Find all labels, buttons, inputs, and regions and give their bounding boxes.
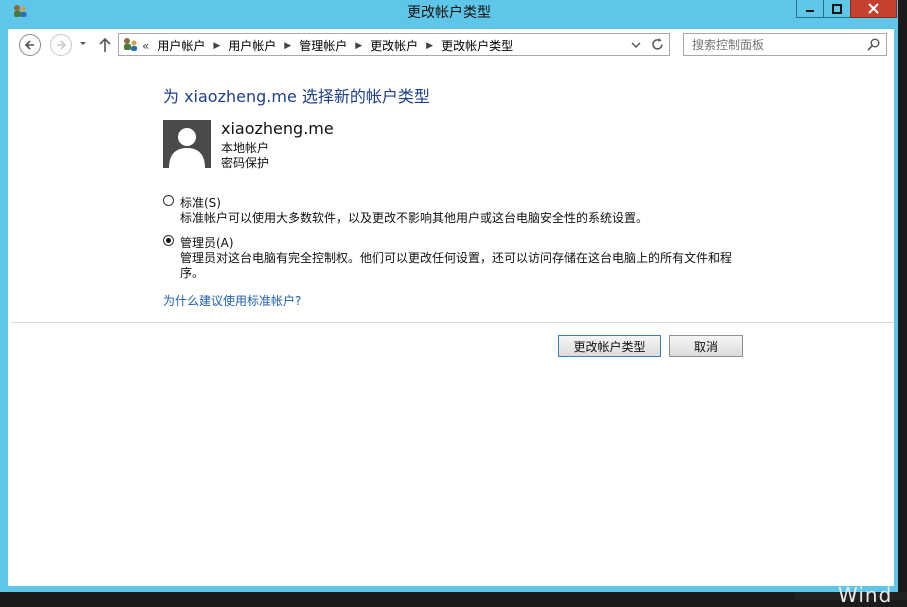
- avatar: [163, 120, 211, 168]
- cancel-button[interactable]: 取消: [669, 335, 743, 357]
- search-box[interactable]: [683, 33, 887, 56]
- why-standard-link[interactable]: 为什么建议使用标准帐户?: [163, 292, 301, 309]
- minimize-button[interactable]: [796, 0, 824, 18]
- administrator-description: 管理员对这台电脑有完全控制权。他们可以更改任何设置，还可以访问存储在这台电脑上的…: [180, 251, 733, 280]
- breadcrumb-item[interactable]: 更改帐户类型: [441, 37, 513, 54]
- watermark-text: Wind: [838, 583, 893, 607]
- control-panel-icon: [124, 38, 137, 51]
- address-bar[interactable]: « 用户帐户 ▶ 用户帐户 ▶ 管理帐户 ▶ 更改帐户 ▶ 更改帐户类型: [118, 33, 670, 56]
- close-button[interactable]: [850, 0, 897, 18]
- search-icon[interactable]: [867, 38, 880, 51]
- minimize-icon: [806, 9, 814, 12]
- breadcrumb-overflow[interactable]: «: [142, 39, 149, 53]
- forward-button[interactable]: [50, 34, 72, 56]
- window-title: 更改帐户类型: [407, 5, 491, 21]
- maximize-button[interactable]: [823, 0, 851, 18]
- title-bar[interactable]: 更改帐户类型: [0, 0, 898, 22]
- divider: [11, 322, 894, 323]
- recent-pages-chevron-icon[interactable]: [78, 38, 88, 48]
- breadcrumb-separator-icon[interactable]: ▶: [213, 41, 220, 51]
- standard-description: 标准帐户可以使用大多数软件，以及更改不影响其他用户或这台电脑安全性的系统设置。: [180, 211, 649, 225]
- chevron-down-icon[interactable]: [631, 40, 641, 50]
- search-input[interactable]: [684, 34, 862, 55]
- maximize-icon: [832, 3, 842, 14]
- refresh-icon[interactable]: [650, 37, 665, 52]
- window-client: « 用户帐户 ▶ 用户帐户 ▶ 管理帐户 ▶ 更改帐户 ▶ 更改帐户类型 搜索控…: [8, 29, 894, 586]
- administrator-radio[interactable]: [163, 235, 174, 246]
- breadcrumb-separator-icon[interactable]: ▶: [426, 41, 433, 51]
- breadcrumb-item[interactable]: 用户帐户: [228, 37, 276, 54]
- breadcrumb-item[interactable]: 用户帐户: [157, 37, 205, 54]
- standard-radio[interactable]: [163, 195, 174, 206]
- user-silhouette-icon: [169, 128, 205, 168]
- breadcrumb-separator-icon[interactable]: ▶: [284, 41, 291, 51]
- close-icon: [868, 3, 879, 14]
- main-content: 为 xiaozheng.me 选择新的帐户类型 xiaozheng.me 本地帐…: [8, 63, 894, 586]
- arrow-right-icon: [57, 40, 67, 50]
- breadcrumb-item[interactable]: 管理帐户: [299, 37, 347, 54]
- navigation-toolbar: « 用户帐户 ▶ 用户帐户 ▶ 管理帐户 ▶ 更改帐户 ▶ 更改帐户类型: [8, 29, 894, 63]
- breadcrumb-separator-icon[interactable]: ▶: [355, 41, 362, 51]
- arrow-up-icon[interactable]: [97, 35, 113, 55]
- back-button[interactable]: [19, 34, 41, 56]
- user-password-status: 密码保护: [221, 156, 270, 170]
- breadcrumb: « 用户帐户 ▶ 用户帐户 ▶ 管理帐户 ▶ 更改帐户 ▶ 更改帐户类型: [142, 37, 513, 54]
- change-account-type-button[interactable]: 更改帐户类型: [558, 335, 661, 357]
- administrator-label[interactable]: 管理员(A): [180, 234, 234, 251]
- user-name: xiaozheng.me: [221, 119, 334, 138]
- standard-label[interactable]: 标准(S): [180, 194, 221, 211]
- page-title: 为 xiaozheng.me 选择新的帐户类型: [163, 87, 430, 106]
- breadcrumb-item[interactable]: 更改帐户: [370, 37, 418, 54]
- window-frame: 更改帐户类型 « 用户帐户 ▶ 用户帐户 ▶ 管理帐户 ▶ 更改帐户 ▶ 更改帐…: [0, 0, 898, 592]
- arrow-left-icon: [24, 40, 34, 50]
